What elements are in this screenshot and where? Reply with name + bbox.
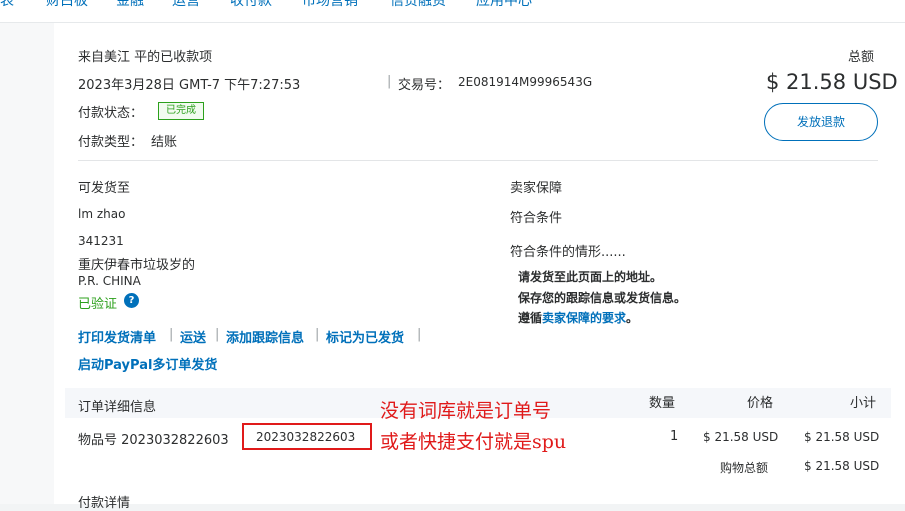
transaction-id-label: 交易号： (398, 78, 451, 93)
nav-item[interactable]: 运营 (172, 0, 200, 10)
annotation-line: 或者快捷支付就是spu (380, 431, 567, 453)
nav-item[interactable]: 信贷融资 (390, 0, 446, 10)
payment-type-value: 结账 (151, 135, 178, 150)
mark-shipped-link[interactable]: 标记为已发货 (326, 327, 404, 346)
nav-item[interactable]: 财白板 (46, 0, 88, 10)
item-number: 物品号 2023032822603 (78, 433, 229, 448)
seller-protection-heading: 卖家保障 (510, 181, 563, 196)
protection-status: 符合条件 (510, 211, 563, 226)
transaction-id[interactable]: 2E081914M9996543G (458, 75, 592, 89)
nav-item[interactable]: 收付款 (230, 0, 272, 10)
highlighted-order-code: 2023032822603 (256, 430, 356, 444)
column-price: 价格 (747, 396, 774, 411)
separator: | (417, 327, 422, 342)
nav-item[interactable]: 表 (0, 0, 14, 10)
item-quantity: 1 (670, 429, 679, 444)
item-subtotal: $ 21.58 USD (804, 430, 880, 444)
nav-item[interactable]: 金融 (116, 0, 144, 10)
column-subtotal: 小计 (850, 396, 877, 411)
add-tracking-link[interactable]: 添加跟踪信息 (226, 327, 304, 346)
total-label: 总额 (848, 50, 875, 65)
condition-item: 请发货至此页面上的地址。 (518, 270, 663, 284)
status-badge: 已完成 (158, 102, 204, 120)
buyer-name: lm zhao (78, 207, 126, 221)
payment-details-heading: 付款详情 (78, 496, 131, 511)
condition-item: 保存您的跟踪信息或发货信息。 (518, 291, 687, 305)
payment-type-label: 付款类型： (78, 135, 144, 150)
country: P.R. CHINA (78, 274, 141, 288)
postal-code: 341231 (78, 234, 124, 248)
ship-link[interactable]: 运送 (180, 327, 206, 346)
separator: | (169, 327, 174, 342)
order-details-heading: 订单详细信息 (78, 400, 157, 415)
cart-total-label: 购物总额 (720, 461, 769, 475)
left-gutter (0, 23, 54, 504)
street-address: 重庆伊春市垃圾岁的 (78, 258, 196, 273)
issue-refund-button[interactable]: 发放退款 (764, 103, 878, 141)
separator: | (315, 327, 320, 342)
top-navigation: 表 财白板 金融 运营 收付款 市场营销 信贷融资 应用中心 (0, 0, 905, 23)
annotation-line: 没有词库就是订单号 (380, 400, 552, 422)
payment-status-label: 付款状态： (78, 106, 144, 121)
column-quantity: 数量 (649, 396, 676, 411)
nav-item[interactable]: 市场营销 (302, 0, 358, 10)
seller-protection-requirements-link[interactable]: 卖家保障的要求 (542, 311, 626, 325)
print-packing-slip-link[interactable]: 打印发货清单 (78, 327, 156, 346)
ship-to-heading: 可发货至 (78, 181, 131, 196)
help-icon[interactable]: ? (124, 293, 139, 308)
separator: | (387, 74, 392, 89)
total-amount: $ 21.58 USD (766, 70, 898, 94)
condition-item: 遵循卖家保障的要求。 (518, 311, 639, 325)
nav-item[interactable]: 应用中心 (476, 0, 532, 10)
conditions-label[interactable]: 符合条件的情形...... (510, 241, 626, 260)
divider (78, 160, 878, 161)
multi-order-shipping-link[interactable]: 启动PayPal多订单发货 (78, 354, 217, 373)
verified-label: 已验证 (78, 297, 118, 312)
transaction-title: 来自美江 平的已收款项 (78, 50, 213, 65)
separator: | (215, 327, 220, 342)
item-price: $ 21.58 USD (703, 430, 779, 444)
cart-total: $ 21.58 USD (804, 459, 880, 473)
transaction-datetime: 2023年3月28日 GMT-7 下午7:27:53 (78, 78, 301, 93)
